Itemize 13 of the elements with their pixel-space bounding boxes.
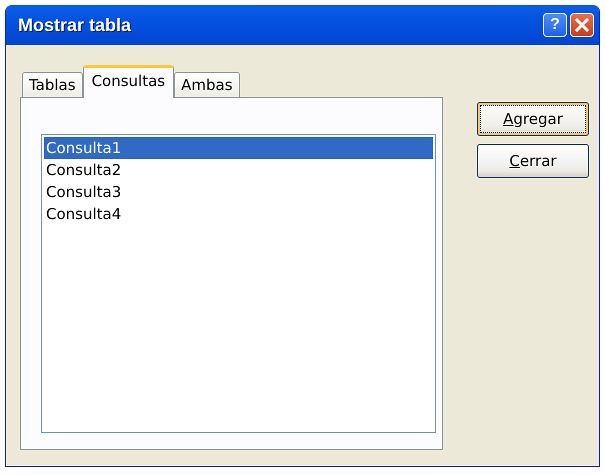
close-icon [575, 18, 589, 32]
close-button[interactable] [570, 13, 594, 37]
list-item[interactable]: Consulta4 [44, 203, 433, 225]
list-item[interactable]: Consulta2 [44, 159, 433, 181]
tab[interactable]: Consultas [82, 65, 174, 98]
dialog-button[interactable]: Cerrar [477, 144, 589, 178]
list-item[interactable]: Consulta1 [44, 137, 433, 159]
dialog-button[interactable]: Agregar [477, 102, 589, 136]
tab[interactable]: Tablas [22, 72, 83, 98]
tab[interactable]: Ambas [174, 72, 240, 98]
list-item[interactable]: Consulta3 [44, 181, 433, 203]
window-title: Mostrar tabla [18, 14, 132, 36]
help-button[interactable]: ? [543, 13, 567, 37]
